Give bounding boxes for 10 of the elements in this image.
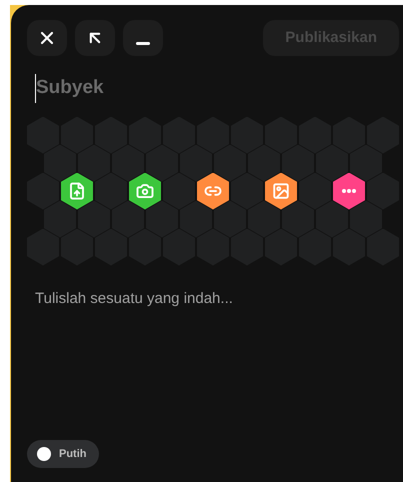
camera-icon (136, 182, 154, 200)
theme-toggle[interactable]: Putih (27, 440, 98, 468)
minimize-button[interactable] (123, 20, 163, 56)
toggle-knob (37, 447, 51, 461)
close-button[interactable] (27, 20, 67, 56)
minimize-icon (136, 42, 150, 44)
file-upload-icon (68, 182, 86, 200)
expand-button[interactable] (75, 20, 115, 56)
more-icon (342, 189, 356, 193)
image-icon (272, 182, 290, 200)
